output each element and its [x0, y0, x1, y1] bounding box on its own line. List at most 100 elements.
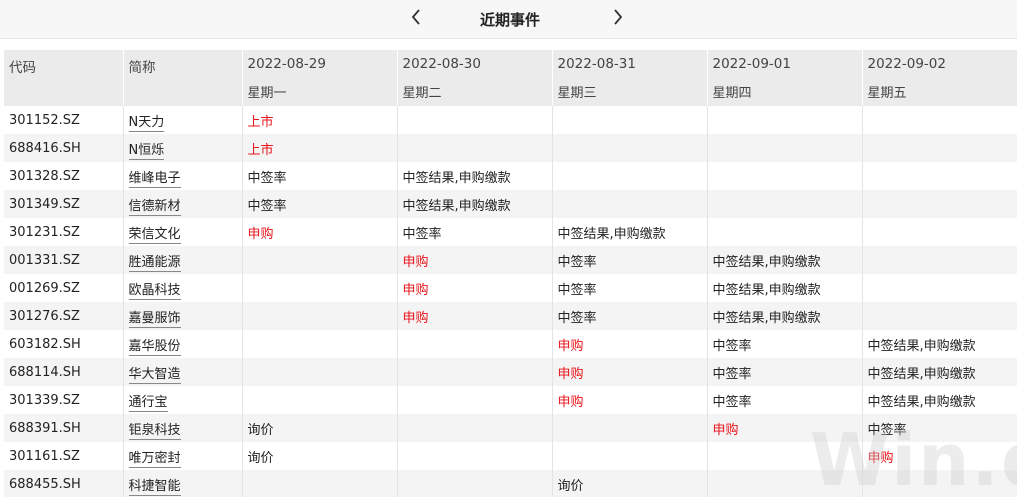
stock-code-cell: 301328.SZ: [4, 162, 124, 190]
event-cell: [397, 106, 553, 134]
event-cell: 上市: [242, 106, 398, 134]
stock-name-cell: N恒烁: [123, 134, 243, 162]
table-row: 688416.SH N恒烁 上市: [4, 134, 1017, 162]
stock-name-cell: 荣信文化: [123, 218, 243, 246]
stock-name-link[interactable]: 唯万密封: [128, 450, 181, 468]
prev-week-button[interactable]: [404, 6, 428, 32]
stock-code-cell: 301152.SZ: [4, 106, 124, 134]
column-header-day: 2022-09-02 星期五: [862, 50, 1017, 106]
event-cell: 中签结果,申购缴款: [707, 246, 863, 274]
stock-code-cell: 001269.SZ: [4, 274, 124, 302]
event-cell: 中签率: [707, 330, 863, 358]
event-cell: [862, 274, 1017, 302]
stock-name-link[interactable]: 钜泉科技: [128, 422, 181, 440]
event-cell: [552, 106, 708, 134]
column-header-day: 2022-08-29 星期一: [242, 50, 398, 106]
stock-name-link[interactable]: 通行宝: [128, 394, 168, 412]
table-row: 301339.SZ 通行宝 申购 中签率 中签结果,申购缴款: [4, 386, 1017, 414]
event-cell: 中签结果,申购缴款: [397, 190, 553, 218]
event-cell: 中签结果,申购缴款: [862, 330, 1017, 358]
event-cell: 申购: [552, 358, 708, 386]
stock-name-link[interactable]: 嘉曼服饰: [128, 310, 181, 328]
stock-name-cell: 嘉华股份: [123, 330, 243, 358]
event-cell: [397, 470, 553, 497]
stock-name-link[interactable]: 荣信文化: [128, 226, 181, 244]
stock-name-cell: 胜通能源: [123, 246, 243, 274]
table-row: 301276.SZ 嘉曼服饰 申购 中签率 中签结果,申购缴款: [4, 302, 1017, 330]
event-cell: 申购: [707, 414, 863, 442]
stock-name-link[interactable]: 维峰电子: [128, 170, 181, 188]
stock-name-cell: 欧晶科技: [123, 274, 243, 302]
table-row: 688455.SH 科捷智能 询价: [4, 470, 1017, 497]
stock-name-link[interactable]: N天力: [128, 114, 165, 132]
event-cell: [707, 106, 863, 134]
stock-name-cell: 科捷智能: [123, 470, 243, 497]
stock-name-link[interactable]: 胜通能源: [128, 254, 181, 272]
column-header-day: 2022-08-30 星期二: [397, 50, 553, 106]
event-cell: 上市: [242, 134, 398, 162]
table-row: 688114.SH 华大智造 申购 中签率 中签结果,申购缴款: [4, 358, 1017, 386]
stock-name-cell: 钜泉科技: [123, 414, 243, 442]
stock-code-cell: 688416.SH: [4, 134, 124, 162]
event-cell: [397, 442, 553, 470]
stock-code-cell: 301231.SZ: [4, 218, 124, 246]
stock-code-cell: 688455.SH: [4, 470, 124, 497]
stock-name-link[interactable]: 科捷智能: [128, 478, 181, 496]
event-cell: 询价: [552, 470, 708, 497]
event-cell: 中签率: [707, 358, 863, 386]
event-cell: 询价: [242, 414, 398, 442]
stock-code-cell: 001331.SZ: [4, 246, 124, 274]
event-cell: [397, 330, 553, 358]
event-cell: [552, 162, 708, 190]
event-cell: 中签率: [397, 218, 553, 246]
event-cell: [242, 246, 398, 274]
table-header-row: 代码 简称 2022-08-29 星期一 2022-08-30 星期二 2022-0…: [4, 50, 1017, 106]
next-week-button[interactable]: [606, 6, 630, 32]
event-cell: [242, 386, 398, 414]
event-cell: 中签结果,申购缴款: [862, 358, 1017, 386]
stock-code-cell: 301349.SZ: [4, 190, 124, 218]
stock-name-link[interactable]: 信德新材: [128, 198, 181, 216]
event-cell: [707, 134, 863, 162]
stock-name-cell: 维峰电子: [123, 162, 243, 190]
event-cell: [242, 274, 398, 302]
event-cell: 中签结果,申购缴款: [397, 162, 553, 190]
event-cell: [397, 414, 553, 442]
events-table: 代码 简称 2022-08-29 星期一 2022-08-30 星期二 2022-0…: [4, 50, 1017, 497]
event-cell: [707, 470, 863, 497]
event-cell: 询价: [242, 442, 398, 470]
event-cell: [862, 162, 1017, 190]
stock-code-cell: 603182.SH: [4, 330, 124, 358]
column-header-day: 2022-09-01 星期四: [707, 50, 863, 106]
stock-name-link[interactable]: 嘉华股份: [128, 338, 181, 356]
event-cell: 申购: [242, 218, 398, 246]
event-cell: 中签率: [707, 386, 863, 414]
event-cell: [397, 134, 553, 162]
event-cell: 中签结果,申购缴款: [707, 274, 863, 302]
event-cell: [397, 358, 553, 386]
event-cell: [707, 162, 863, 190]
stock-name-cell: 嘉曼服饰: [123, 302, 243, 330]
recent-events-page: 近期事件 代码 简称 2022-08-29 星期一 2022-08-30 星期二 2…: [0, 0, 1017, 497]
table-row: 301349.SZ 信德新材 中签率 中签结果,申购缴款: [4, 190, 1017, 218]
event-cell: [552, 442, 708, 470]
event-cell: 中签率: [242, 162, 398, 190]
stock-name-cell: 华大智造: [123, 358, 243, 386]
calendar-header: 近期事件: [0, 0, 1017, 39]
event-cell: 中签结果,申购缴款: [552, 218, 708, 246]
chevron-right-icon: [613, 9, 623, 29]
stock-name-link[interactable]: 华大智造: [128, 366, 181, 384]
event-cell: 申购: [397, 246, 553, 274]
stock-name-cell: N天力: [123, 106, 243, 134]
stock-name-link[interactable]: 欧晶科技: [128, 282, 181, 300]
column-header-code: 代码: [4, 50, 124, 106]
table-row: 688391.SH 钜泉科技 询价 申购 中签率: [4, 414, 1017, 442]
page-title: 近期事件: [479, 11, 540, 29]
event-cell: [862, 218, 1017, 246]
stock-name-link[interactable]: N恒烁: [128, 142, 165, 160]
event-cell: [862, 302, 1017, 330]
event-cell: 中签率: [552, 274, 708, 302]
event-cell: [242, 302, 398, 330]
event-cell: [552, 414, 708, 442]
table-body: 301152.SZ N天力 上市 688416.SH N恒烁 上市 301328.SZ 维峰电…: [4, 106, 1017, 497]
